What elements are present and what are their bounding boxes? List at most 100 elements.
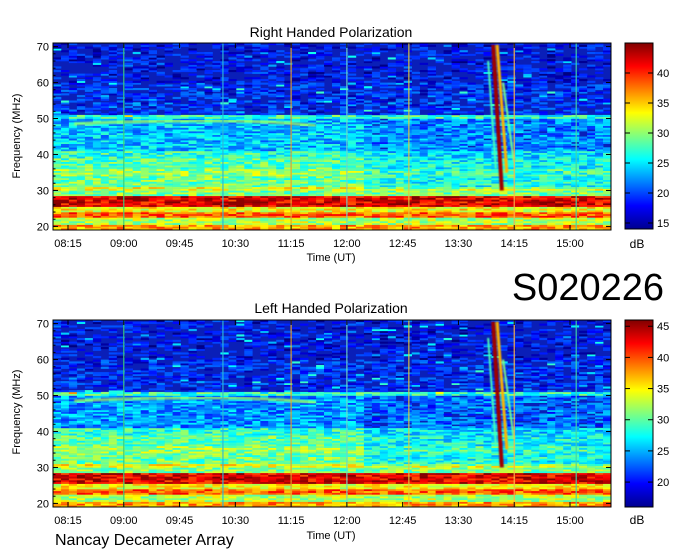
intensity-cell	[300, 104, 309, 107]
intensity-cell	[316, 161, 325, 164]
intensity-cell	[363, 122, 373, 125]
intensity-cell	[252, 206, 261, 209]
intensity-cell	[300, 224, 309, 227]
intensity-cell	[387, 163, 397, 166]
intensity-cell	[459, 165, 468, 168]
intensity-cell	[212, 199, 221, 202]
intensity-cell	[459, 134, 468, 137]
intensity-cell	[244, 105, 253, 108]
intensity-cell	[371, 149, 381, 152]
intensity-cell	[547, 179, 556, 182]
intensity-cell	[579, 179, 588, 182]
intensity-cell	[124, 93, 133, 96]
intensity-cell	[300, 152, 309, 155]
intensity-cell	[411, 138, 420, 141]
intensity-cell	[188, 213, 197, 216]
intensity-cell	[76, 131, 86, 134]
intensity-cell	[467, 181, 476, 184]
intensity-cell	[252, 161, 261, 164]
intensity-cell	[539, 201, 548, 204]
intensity-cell	[220, 143, 229, 146]
intensity-cell	[403, 127, 412, 130]
intensity-cell	[92, 213, 102, 216]
intensity-cell	[451, 113, 460, 116]
intensity-cell	[156, 158, 165, 161]
intensity-cell	[459, 190, 468, 193]
intensity-cell	[148, 125, 157, 128]
intensity-cell	[252, 143, 261, 146]
intensity-cell	[76, 219, 86, 222]
intensity-cell	[228, 217, 237, 220]
intensity-cell	[244, 100, 253, 103]
intensity-cell	[579, 167, 588, 170]
intensity-cell	[451, 210, 460, 213]
intensity-cell	[459, 188, 468, 191]
intensity-cell	[563, 194, 572, 197]
intensity-cell	[244, 201, 253, 204]
intensity-cell	[595, 122, 604, 125]
intensity-cell	[156, 226, 165, 229]
intensity-cell	[53, 208, 62, 211]
intensity-cell	[435, 204, 444, 207]
intensity-cell	[419, 217, 428, 220]
intensity-cell	[148, 140, 157, 143]
intensity-cell	[371, 134, 381, 137]
intensity-cell	[180, 210, 189, 213]
intensity-cell	[268, 116, 277, 119]
intensity-cell	[188, 215, 197, 218]
intensity-cell	[459, 201, 468, 204]
intensity-cell	[228, 105, 237, 108]
intensity-cell	[68, 136, 78, 139]
intensity-cell	[443, 176, 452, 179]
intensity-cell	[579, 194, 588, 197]
intensity-cell	[355, 217, 365, 220]
intensity-cell	[92, 159, 102, 162]
intensity-cell	[260, 217, 269, 220]
intensity-cell	[188, 203, 197, 206]
intensity-cell	[571, 149, 580, 152]
intensity-cell	[547, 206, 556, 209]
intensity-cell	[244, 203, 253, 206]
intensity-cell	[571, 201, 580, 204]
intensity-cell	[427, 150, 436, 153]
intensity-cell	[427, 179, 436, 182]
intensity-cell	[411, 107, 420, 110]
intensity-cell	[459, 140, 468, 143]
intensity-cell	[491, 217, 500, 220]
intensity-cell	[355, 134, 365, 137]
intensity-cell	[180, 222, 189, 225]
intensity-cell	[523, 183, 532, 186]
intensity-cell	[53, 221, 62, 224]
intensity-cell	[68, 127, 78, 130]
intensity-cell	[100, 113, 110, 116]
intensity-cell	[379, 100, 389, 103]
intensity-cell	[268, 109, 277, 112]
intensity-cell	[292, 188, 301, 191]
intensity-cell	[475, 192, 484, 195]
intensity-cell	[236, 156, 245, 159]
intensity-cell	[124, 156, 133, 159]
intensity-cell	[523, 102, 532, 105]
intensity-cell	[355, 98, 365, 101]
intensity-cell	[268, 95, 277, 98]
intensity-cell	[539, 140, 548, 143]
intensity-cell	[395, 125, 405, 128]
intensity-cell	[172, 177, 181, 180]
intensity-cell	[324, 222, 333, 225]
intensity-cell	[347, 104, 357, 107]
intensity-cell	[595, 136, 604, 139]
intensity-cell	[61, 203, 70, 206]
intensity-cell	[276, 161, 285, 164]
intensity-cell	[236, 210, 245, 213]
intensity-cell	[419, 149, 428, 152]
intensity-cell	[563, 204, 572, 207]
intensity-cell	[355, 125, 365, 128]
intensity-cell	[387, 224, 397, 227]
intensity-cell	[156, 152, 165, 155]
intensity-cell	[172, 213, 181, 216]
intensity-texture	[53, 43, 612, 231]
intensity-cell	[92, 194, 102, 197]
intensity-cell	[371, 179, 381, 182]
intensity-cell	[53, 215, 62, 218]
intensity-cell	[180, 91, 189, 94]
